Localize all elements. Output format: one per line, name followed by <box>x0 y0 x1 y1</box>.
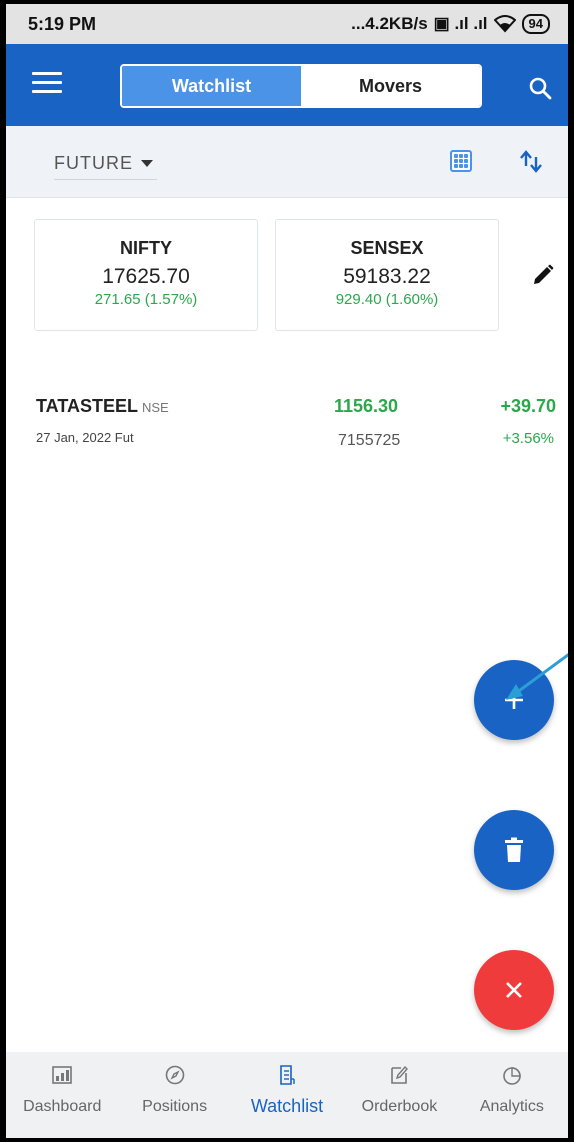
index-change: 271.65 (1.57%) <box>94 291 198 308</box>
tab-watchlist[interactable]: Watchlist <box>122 66 301 106</box>
menu-icon[interactable] <box>32 72 62 98</box>
grid-view-icon[interactable] <box>450 150 472 172</box>
search-icon[interactable] <box>528 76 552 100</box>
compass-icon <box>165 1065 184 1085</box>
app-header: Watchlist Movers <box>6 44 568 126</box>
close-fab-button[interactable] <box>474 950 554 1030</box>
status-right: ...4.2KB/s ▣ .ıl .ıl 94 <box>351 14 550 34</box>
row-exchange: NSE <box>142 400 169 415</box>
segment-dropdown[interactable]: FUTURE <box>54 148 157 180</box>
nav-dashboard[interactable]: Dashboard <box>6 1052 118 1138</box>
edit-pencil-icon[interactable] <box>532 264 554 286</box>
signal-icon: ▣ .ıl .ıl <box>433 14 488 33</box>
pie-chart-icon <box>503 1067 521 1085</box>
index-name: SENSEX <box>350 238 424 258</box>
tab-movers[interactable]: Movers <box>301 66 480 106</box>
status-time: 5:19 PM <box>28 14 97 34</box>
index-change: 929.40 (1.60%) <box>335 291 439 308</box>
nav-label: Analytics <box>479 1098 544 1115</box>
plus-icon <box>505 691 523 709</box>
nav-label: Dashboard <box>23 1098 102 1115</box>
row-expiry: 27 Jan, 2022 Fut <box>36 430 134 445</box>
row-ltp: 1156.30 <box>334 396 399 416</box>
bottom-navigation: Dashboard Positions Watchlist Orderbook … <box>6 1052 568 1138</box>
nav-label: Watchlist <box>250 1096 324 1116</box>
nav-orderbook[interactable]: Orderbook <box>343 1052 455 1138</box>
nav-label: Orderbook <box>361 1098 438 1115</box>
app-screen: 5:19 PM ...4.2KB/s ▣ .ıl .ıl 94 Watchlis… <box>6 4 568 1138</box>
nav-label: Positions <box>142 1098 208 1115</box>
wifi-icon <box>493 15 516 33</box>
orderbook-icon <box>391 1065 409 1084</box>
network-speed: ...4.2KB/s <box>351 14 428 33</box>
row-volume: 7155725 <box>338 432 401 449</box>
index-card-sensex[interactable]: SENSEX 59183.22 929.40 (1.60%) <box>275 219 499 331</box>
trash-icon <box>505 837 523 862</box>
watchlist-icon <box>280 1065 295 1085</box>
index-card-nifty[interactable]: NIFTY 17625.70 271.65 (1.57%) <box>34 219 258 331</box>
close-icon <box>506 982 522 998</box>
watchlist-row[interactable]: TATASTEEL NSE 27 Jan, 2022 Fut 1156.30 71… <box>6 384 568 474</box>
row-change-pct: +3.56% <box>502 430 554 447</box>
nav-watchlist[interactable]: Watchlist <box>231 1052 343 1138</box>
row-change: +39.70 <box>500 396 556 416</box>
add-symbol-button[interactable] <box>474 660 554 740</box>
delete-button[interactable] <box>474 810 554 890</box>
segment-dropdown-value: FUTURE <box>54 153 133 173</box>
caret-down-icon <box>141 160 153 167</box>
view-toggle: Watchlist Movers <box>120 64 482 108</box>
battery-icon: 94 <box>521 14 550 34</box>
row-symbol-group: TATASTEEL NSE <box>36 396 169 417</box>
status-bar: 5:19 PM ...4.2KB/s ▣ .ıl .ıl 94 <box>6 4 568 44</box>
sort-icon[interactable] <box>516 146 546 176</box>
nav-analytics[interactable]: Analytics <box>456 1052 568 1138</box>
index-price: 17625.70 <box>102 265 190 288</box>
filter-bar: FUTURE <box>6 126 568 198</box>
index-price: 59183.22 <box>343 265 431 288</box>
index-name: NIFTY <box>120 238 172 258</box>
dashboard-icon <box>52 1066 73 1084</box>
row-symbol: TATASTEEL <box>36 396 138 416</box>
nav-positions[interactable]: Positions <box>118 1052 230 1138</box>
